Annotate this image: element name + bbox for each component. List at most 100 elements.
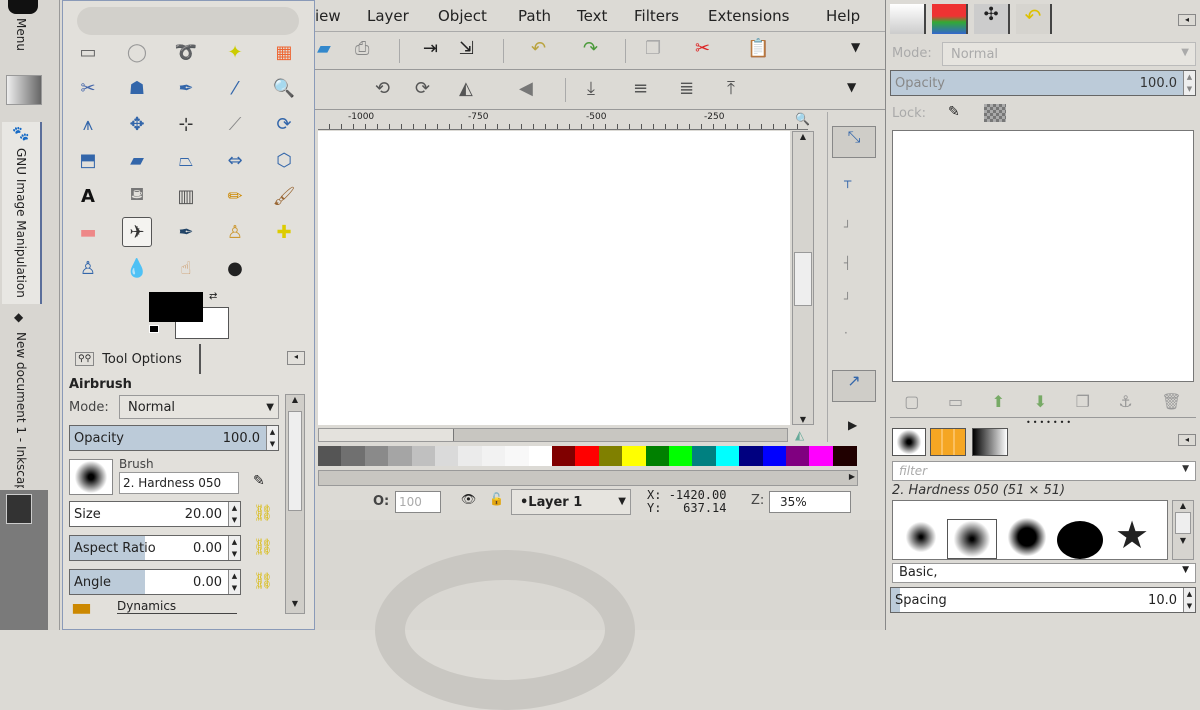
export-icon[interactable]: ⇲ [459, 38, 474, 59]
snap-edge-icon[interactable]: ┘ [844, 220, 851, 234]
snap-nodes-icon[interactable]: ↗ [832, 370, 876, 402]
brush-item-star[interactable]: ★ [1115, 513, 1149, 557]
tool-blend-icon[interactable]: ▥ [171, 181, 201, 211]
copy-icon[interactable]: ❐ [645, 38, 661, 59]
menu-text[interactable]: Text [577, 7, 607, 25]
pager[interactable] [0, 490, 48, 630]
toolbar-overflow-icon[interactable]: ▼ [847, 80, 856, 94]
palette-swatch[interactable] [388, 446, 413, 466]
brushes-grid[interactable]: ★ [892, 500, 1168, 560]
tool-bucket-fill-icon[interactable]: ⛾ [122, 181, 152, 211]
palette-swatch[interactable] [341, 446, 366, 466]
raise-icon[interactable]: ≣ [679, 78, 694, 99]
palette-swatch[interactable] [528, 446, 553, 466]
swap-colors-icon[interactable]: ⇄ [209, 291, 217, 302]
taskbar-item-gimp[interactable]: 🐾 GNU Image Manipulation [2, 122, 42, 304]
scrollbar-thumb[interactable] [319, 429, 454, 441]
tab-channels-icon[interactable] [932, 4, 968, 34]
tab-menu-button[interactable]: ◂ [1178, 14, 1196, 26]
tool-options-scrollbar[interactable]: ▲ ▼ [285, 394, 305, 614]
scrollbar-thumb[interactable] [1175, 512, 1191, 534]
brush-name-field[interactable]: 2. Hardness 050 [119, 472, 239, 494]
palette-swatch[interactable] [458, 446, 483, 466]
palette-swatch[interactable] [598, 446, 623, 466]
opacity-spinner[interactable]: ▲ ▼ [266, 426, 278, 450]
link-icon[interactable]: ⛓ [253, 503, 273, 522]
brush-filter-input[interactable]: filter ▼ [892, 461, 1196, 481]
tool-select-by-color-icon[interactable]: ▦ [269, 37, 299, 67]
tool-foreground-select-icon[interactable]: ☗ [122, 73, 152, 103]
undo-icon[interactable]: ↶ [531, 38, 546, 59]
open-icon[interactable]: ▰ [317, 38, 331, 59]
zoom-corner-icon[interactable]: 🔍 [795, 112, 810, 126]
tab-tool-options[interactable]: ⚲⚲ Tool Options [67, 344, 201, 374]
angle-spinner[interactable]: ▲ ▼ [228, 570, 240, 594]
tool-perspective-clone-icon[interactable]: ♙ [73, 253, 103, 283]
raise-to-top-icon[interactable]: ⤒ [727, 78, 735, 99]
palette-swatch[interactable] [832, 446, 857, 466]
palette-swatch[interactable] [669, 446, 693, 466]
snap-toggle-icon[interactable]: ⤡ [832, 126, 876, 158]
zoom-input[interactable]: 35% [769, 491, 851, 513]
tool-smudge-icon[interactable]: ☝ [171, 253, 201, 283]
lower-to-bottom-icon[interactable]: ⤓ [587, 78, 595, 99]
print-icon[interactable]: ⎙ [355, 38, 369, 59]
delete-layer-icon[interactable]: 🗑 [1161, 392, 1181, 411]
palette-swatch[interactable] [505, 446, 530, 466]
palette-swatch[interactable] [739, 446, 764, 466]
duplicate-layer-icon[interactable]: ❐ [1076, 392, 1090, 411]
layer-opacity-slider[interactable]: Opacity 100.0 ▲ ▼ [890, 70, 1196, 96]
tab-paths-icon[interactable]: ✣ [974, 4, 1010, 34]
lock-alpha-icon[interactable] [984, 104, 1006, 122]
snap-corner-icon[interactable]: ┤ [844, 256, 851, 270]
dynamics-label[interactable]: Dynamics [117, 599, 237, 614]
palette-swatch[interactable] [481, 446, 506, 466]
new-layer-icon[interactable]: ▢ [904, 392, 919, 411]
tool-text-icon[interactable]: A [73, 181, 103, 211]
palette-swatch[interactable] [786, 446, 810, 466]
flip-vertical-icon[interactable]: ◀ [519, 78, 533, 99]
tool-pencil-icon[interactable]: ✏ [220, 181, 250, 211]
palette-swatch[interactable] [762, 446, 787, 466]
aspect-ratio-slider[interactable]: Aspect Ratio 0.00 ▲ ▼ [69, 535, 241, 561]
aspect-ratio-spinner[interactable]: ▲ ▼ [228, 536, 240, 560]
opacity-input[interactable]: 100 [395, 491, 441, 513]
tool-paths-icon[interactable]: ✒ [171, 73, 201, 103]
snap-more-icon[interactable]: ▶ [848, 418, 857, 432]
tab-menu-button[interactable]: ◂ [1178, 434, 1196, 446]
opacity-spinner[interactable]: ▲ ▼ [1183, 71, 1195, 95]
tool-scale-icon[interactable]: ⬒ [73, 145, 103, 175]
color-manage-icon[interactable]: ◭ [795, 428, 804, 442]
palette-swatch[interactable] [552, 446, 576, 466]
palette-swatch[interactable] [411, 446, 436, 466]
tool-free-select-icon[interactable]: ➰ [171, 37, 201, 67]
tool-ellipse-select-icon[interactable]: ◯ [122, 37, 152, 67]
lower-layer-icon[interactable]: ⬇ [1034, 392, 1047, 411]
tab-undo-history-icon[interactable]: ↶ [1016, 4, 1052, 34]
tab-gradients-icon[interactable] [972, 428, 1008, 456]
new-layer-group-icon[interactable]: ▭ [948, 392, 963, 411]
angle-slider[interactable]: Angle 0.00 ▲ ▼ [69, 569, 241, 595]
brush-item-selected[interactable] [947, 519, 997, 559]
layer-select[interactable]: •Layer 1 ▼ [511, 489, 631, 515]
link-icon[interactable]: ⛓ [253, 571, 273, 590]
tool-airbrush-icon[interactable]: ✈ [122, 217, 152, 247]
palette-scrollbar[interactable]: ▶ [318, 470, 858, 486]
tool-flip-icon[interactable]: ⇔ [220, 145, 250, 175]
snap-midpoint-icon[interactable]: ┘ [844, 292, 851, 306]
layer-mode-select[interactable]: Normal ▼ [942, 42, 1196, 66]
size-spinner[interactable]: ▲ ▼ [228, 502, 240, 526]
import-icon[interactable]: ⇥ [423, 38, 438, 59]
dock-separator-handle[interactable]: ••••••• [1026, 418, 1073, 427]
dynamics-icon[interactable]: ▆▆ [73, 601, 90, 614]
palette-swatch[interactable] [364, 446, 389, 466]
tab-brushes-icon[interactable] [892, 428, 926, 456]
menu-help[interactable]: Help [826, 7, 860, 25]
raise-layer-icon[interactable]: ⬆ [992, 392, 1005, 411]
lock-pixels-icon[interactable]: ✎ [948, 104, 960, 120]
tool-cage-icon[interactable]: ⬡ [269, 145, 299, 175]
tool-ink-icon[interactable]: ✒ [171, 217, 201, 247]
palette-swatch[interactable] [692, 446, 717, 466]
palette-swatch[interactable] [318, 446, 342, 466]
brush-tag-input[interactable]: Basic, ▼ [892, 563, 1196, 583]
